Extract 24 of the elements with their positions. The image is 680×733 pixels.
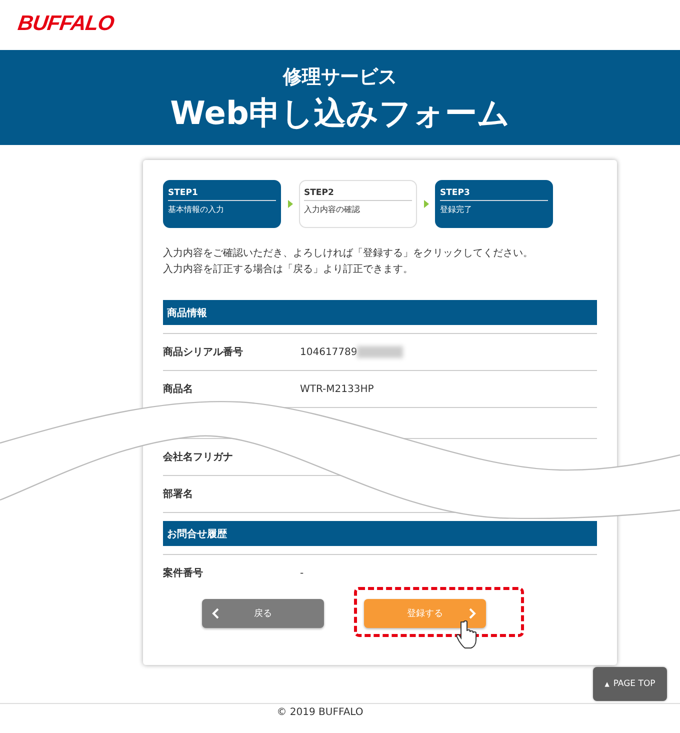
register-button[interactable]: 登録する [364,599,486,628]
field-value: 104617789 [300,346,358,358]
chevron-right-icon [469,608,476,619]
brand-logo: BUFFALO [16,12,116,36]
field-value: WTR-M2133HP [300,384,374,394]
field-label: 商品名 [163,382,194,396]
back-button[interactable]: 戻る [202,599,324,628]
field-label: 商品シリアル番号 [163,345,244,359]
service-subtitle: 修理サービス [283,64,397,90]
section-heading: お問合せ履歴 [163,521,597,546]
field-label: 会社名フリガナ [163,450,234,464]
chevron-left-icon [212,608,219,619]
arrow-icon [288,200,292,208]
instructions-text: 入力内容をご確認いただき、よろしければ「登録する」をクリックしてください。 入力内容を訂正する場合は「戻る」より訂正できます。 [163,246,534,277]
copyright-text: © 2019 BUFFALO [276,707,364,718]
step-indicator: STEP2 入力内容の確認 [299,180,417,228]
field-value: - [300,568,304,578]
step-indicator: STEP3 登録完了 [435,180,553,228]
form-title: Web申し込みフォーム [170,92,510,134]
field-label: 案件番号 [163,566,204,580]
step-indicator: STEP1 基本情報の入力 [163,180,281,228]
section-heading: 商品情報 [163,300,597,325]
field-label: 部署名 [163,488,194,501]
arrow-icon [424,200,428,208]
